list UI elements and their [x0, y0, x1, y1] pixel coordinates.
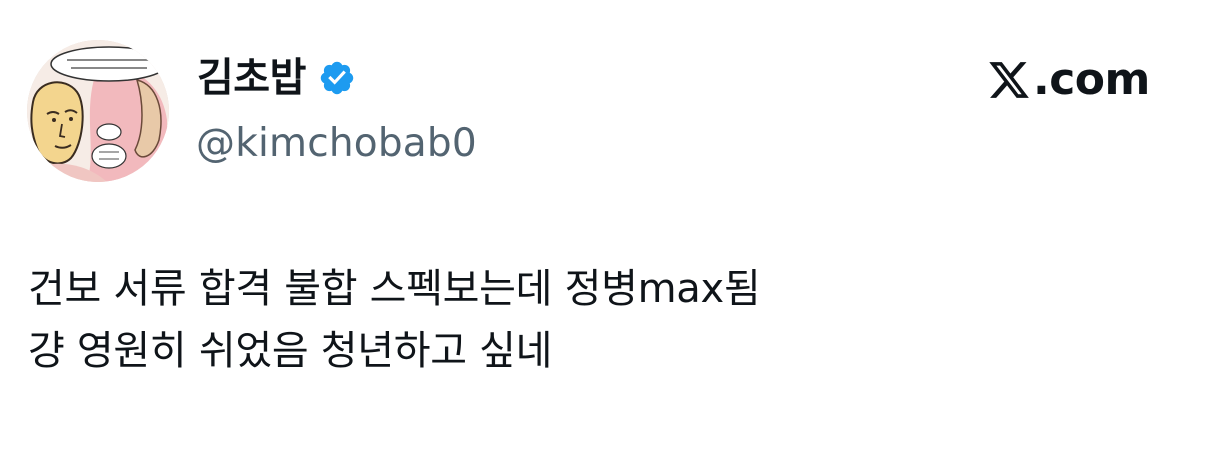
- verified-badge-icon: [320, 61, 354, 95]
- tweet-line-2: 걍 영원히 쉬었음 청년하고 싶네: [28, 328, 553, 374]
- author-display-name-row[interactable]: 김초밥: [197, 50, 356, 106]
- comic-character-avatar-icon: [27, 40, 169, 182]
- x-logo-icon: [989, 62, 1029, 98]
- tweet-text: 건보 서류 합격 불합 스펙보는데 정병max됨 걍 영원히 쉬었음 청년하고 …: [28, 258, 1168, 382]
- author-handle[interactable]: @kimchobab0: [196, 118, 477, 170]
- x-brand[interactable]: .com: [987, 54, 1150, 106]
- brand-domain-label: .com: [1033, 54, 1150, 105]
- author-display-name[interactable]: 김초밥: [197, 50, 306, 106]
- author-avatar[interactable]: [27, 40, 169, 182]
- tweet-line-1: 건보 서류 합격 불합 스펙보는데 정병max됨: [28, 266, 761, 312]
